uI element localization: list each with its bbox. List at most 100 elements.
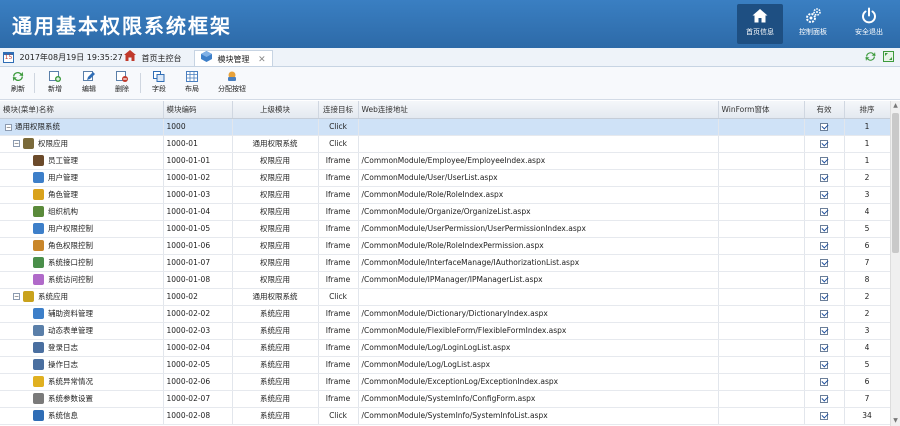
cell-winform bbox=[718, 254, 805, 272]
edit-label: 编辑 bbox=[82, 85, 96, 93]
enabled-checkbox[interactable] bbox=[820, 259, 828, 267]
tab-home[interactable]: 首页主控台 bbox=[124, 50, 182, 66]
cell-code: 1000-01-07 bbox=[163, 254, 233, 272]
fullscreen-icon[interactable] bbox=[883, 51, 894, 64]
enabled-checkbox[interactable] bbox=[820, 208, 828, 216]
cell-enabled bbox=[804, 288, 845, 306]
enabled-checkbox[interactable] bbox=[820, 123, 828, 131]
enabled-checkbox[interactable] bbox=[820, 344, 828, 352]
cell-target: Iframe bbox=[318, 169, 359, 187]
close-icon[interactable]: ✕ bbox=[258, 55, 266, 65]
cell-code: 1000-02-08 bbox=[163, 407, 233, 425]
table-row[interactable]: 组织机构 1000-01-04 权限应用 Iframe/CommonModule/Or… bbox=[0, 203, 890, 221]
cell-parent: 系统应用 bbox=[232, 356, 319, 374]
cell-target: Iframe bbox=[318, 373, 359, 391]
table-row[interactable]: 操作日志 1000-02-05 系统应用 Iframe/CommonModule/Lo… bbox=[0, 356, 890, 374]
cell-code: 1000-02-07 bbox=[163, 390, 233, 408]
enabled-checkbox[interactable] bbox=[820, 225, 828, 233]
column-header-sort[interactable]: 排序 bbox=[844, 101, 890, 119]
table-row[interactable]: 系统访问控制 1000-01-08 权限应用 Iframe/CommonModule/… bbox=[0, 271, 890, 289]
app-title: 通用基本权限系统框架 bbox=[12, 14, 232, 38]
table-row[interactable]: 系统参数设置 1000-02-07 系统应用 Iframe/CommonModule/… bbox=[0, 390, 890, 408]
enabled-checkbox[interactable] bbox=[820, 378, 828, 386]
cell-code: 1000-01-02 bbox=[163, 169, 233, 187]
home-info-button[interactable]: 首页信息 bbox=[737, 4, 783, 44]
cell-url: /CommonModule/IPManager/IPManagerList.as… bbox=[358, 271, 719, 289]
cell-winform bbox=[718, 322, 805, 340]
enabled-checkbox[interactable] bbox=[820, 395, 828, 403]
enabled-checkbox[interactable] bbox=[820, 140, 828, 148]
cell-parent: 系统应用 bbox=[232, 407, 319, 425]
column-header-code[interactable]: 模块编码 bbox=[163, 101, 233, 119]
logout-button[interactable]: 安全退出 bbox=[846, 4, 892, 44]
cell-url: /CommonModule/FlexibleForm/FlexibleFormI… bbox=[358, 322, 719, 340]
module-tab-icon bbox=[201, 51, 212, 68]
toolbar-divider bbox=[34, 73, 35, 93]
column-header-winform[interactable]: WinForm窗体 bbox=[718, 101, 805, 119]
operation-log-icon bbox=[33, 359, 44, 371]
delete-button[interactable]: 删除 bbox=[115, 71, 129, 94]
tree-toggle-icon[interactable]: − bbox=[13, 293, 20, 301]
cell-target: Iframe bbox=[318, 390, 359, 408]
enabled-checkbox[interactable] bbox=[820, 310, 828, 318]
table-row[interactable]: 系统信息 1000-02-08 系统应用 Click/CommonModule/Sys… bbox=[0, 407, 890, 425]
refresh-button[interactable]: 刷新 bbox=[11, 71, 25, 94]
enabled-checkbox[interactable] bbox=[820, 276, 828, 284]
table-row[interactable]: 系统异常情况 1000-02-06 系统应用 Iframe/CommonModule/… bbox=[0, 373, 890, 391]
table-row[interactable]: 系统接口控制 1000-01-07 权限应用 Iframe/CommonModule/… bbox=[0, 254, 890, 272]
vertical-scrollbar[interactable]: ▲ ▼ bbox=[890, 101, 900, 426]
table-row[interactable]: 辅助资料管理 1000-02-02 系统应用 Iframe/CommonModule/… bbox=[0, 305, 890, 323]
cell-target: Iframe bbox=[318, 322, 359, 340]
enabled-checkbox[interactable] bbox=[820, 157, 828, 165]
table-row[interactable]: 动态表单管理 1000-02-03 系统应用 Iframe/CommonModule/… bbox=[0, 322, 890, 340]
table-row[interactable]: − 系统应用 1000-02 通用权限系统 Click 2 bbox=[0, 288, 890, 306]
assign-button-button[interactable]: 分配按钮 bbox=[218, 71, 246, 94]
column-header-target[interactable]: 连接目标 bbox=[318, 101, 359, 119]
table-row[interactable]: 登录日志 1000-02-04 系统应用 Iframe/CommonModule/Lo… bbox=[0, 339, 890, 357]
enabled-checkbox[interactable] bbox=[820, 361, 828, 369]
enabled-checkbox[interactable] bbox=[820, 191, 828, 199]
cell-parent: 通用权限系统 bbox=[232, 288, 319, 306]
scroll-thumb[interactable] bbox=[892, 113, 899, 253]
table-row[interactable]: − 权限应用 1000-01 通用权限系统 Click 1 bbox=[0, 135, 890, 153]
table-row[interactable]: 用户权限控制 1000-01-05 权限应用 Iframe/CommonModule/… bbox=[0, 220, 890, 238]
module-name: 用户权限控制 bbox=[48, 223, 93, 233]
employee-icon bbox=[33, 155, 44, 167]
table-row[interactable]: 角色管理 1000-01-03 权限应用 Iframe/CommonModule/Ro… bbox=[0, 186, 890, 204]
column-header-name[interactable]: 模块(菜单)名称 bbox=[0, 101, 164, 119]
refresh-icon bbox=[12, 71, 24, 82]
enabled-checkbox[interactable] bbox=[820, 242, 828, 250]
tree-toggle-icon[interactable]: − bbox=[5, 123, 12, 131]
add-icon bbox=[49, 71, 61, 82]
cell-enabled bbox=[804, 169, 845, 187]
cell-sort: 7 bbox=[844, 254, 890, 272]
enabled-checkbox[interactable] bbox=[820, 412, 828, 420]
tree-toggle-icon[interactable]: − bbox=[13, 140, 20, 148]
cell-sort: 1 bbox=[844, 135, 890, 153]
column-header-enabled[interactable]: 有效 bbox=[804, 101, 845, 119]
refresh-tab-icon[interactable] bbox=[865, 51, 876, 64]
column-header-parent[interactable]: 上级模块 bbox=[232, 101, 319, 119]
column-header-url[interactable]: Web连接地址 bbox=[358, 101, 719, 119]
add-button[interactable]: 新增 bbox=[48, 71, 62, 94]
scroll-up-icon[interactable]: ▲ bbox=[891, 101, 900, 111]
cell-parent: 权限应用 bbox=[232, 254, 319, 272]
field-button[interactable]: 字段 bbox=[152, 71, 166, 94]
scroll-down-icon[interactable]: ▼ bbox=[891, 416, 900, 426]
enabled-checkbox[interactable] bbox=[820, 174, 828, 182]
layout-button[interactable]: 布局 bbox=[185, 71, 199, 94]
table-row[interactable]: 用户管理 1000-01-02 权限应用 Iframe/CommonModule/Us… bbox=[0, 169, 890, 187]
enabled-checkbox[interactable] bbox=[820, 293, 828, 301]
cell-sort: 5 bbox=[844, 220, 890, 238]
cell-parent bbox=[232, 118, 319, 136]
table-row[interactable]: − 通用权限系统 1000 Click 1 bbox=[0, 118, 890, 136]
table-row[interactable]: 员工管理 1000-01-01 权限应用 Iframe/CommonModule/Em… bbox=[0, 152, 890, 170]
enabled-checkbox[interactable] bbox=[820, 327, 828, 335]
control-panel-button[interactable]: 控制面板 bbox=[790, 4, 836, 44]
cell-target: Click bbox=[318, 407, 359, 425]
table-row[interactable]: 角色权限控制 1000-01-06 权限应用 Iframe/CommonModule/… bbox=[0, 237, 890, 255]
tab-module-manage[interactable]: 模块管理 ✕ bbox=[194, 50, 273, 66]
edit-button[interactable]: 编辑 bbox=[82, 71, 96, 94]
dictionary-icon bbox=[33, 308, 44, 320]
cell-target: Iframe bbox=[318, 152, 359, 170]
